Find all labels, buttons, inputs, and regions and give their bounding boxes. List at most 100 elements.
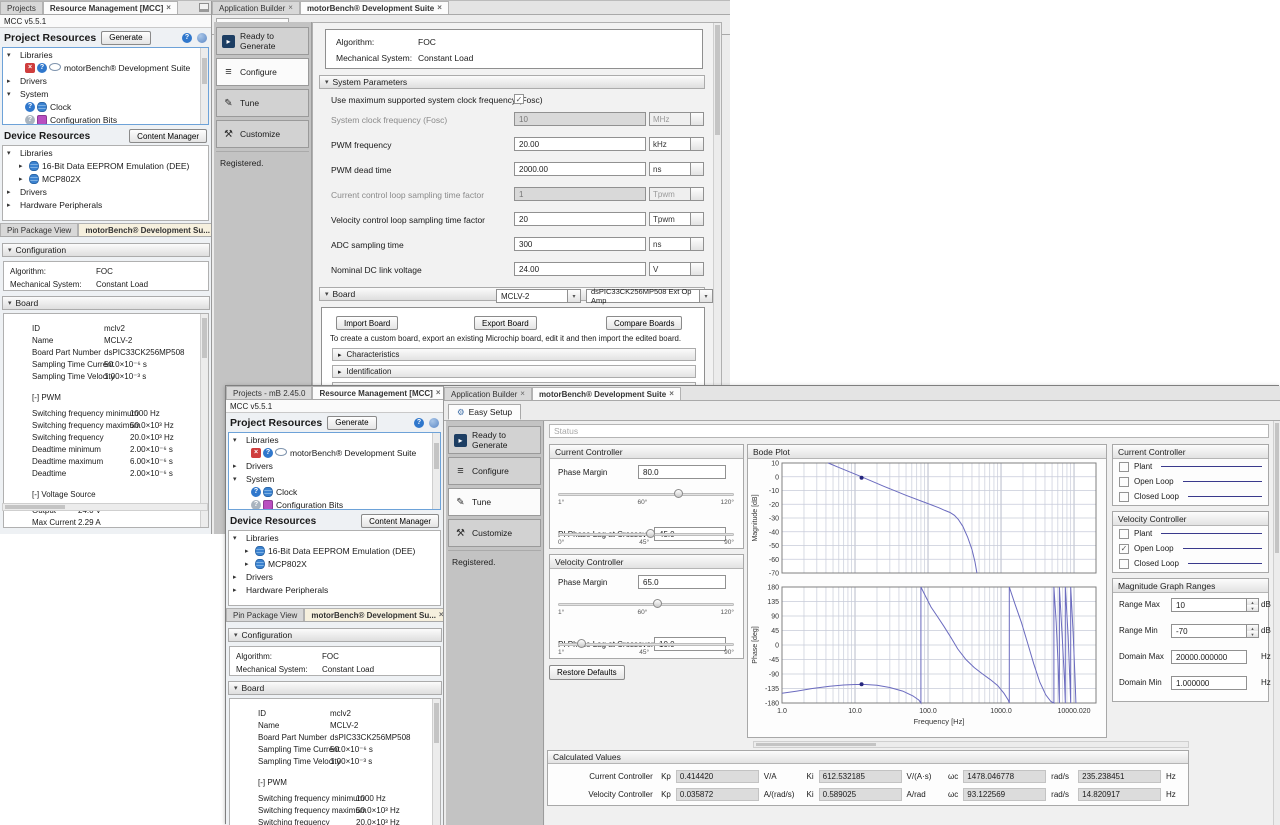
slider-thumb[interactable] <box>674 489 683 498</box>
chevron-down-icon[interactable] <box>691 112 704 126</box>
config-hscrollbar[interactable] <box>2 503 208 511</box>
nav-item[interactable]: ≡ Configure <box>216 58 309 86</box>
tree-item[interactable]: ? Clock <box>3 100 208 113</box>
globe-icon[interactable] <box>429 418 439 428</box>
tree-scrollbar[interactable] <box>200 48 208 124</box>
tree-item[interactable]: ▾ Libraries <box>229 433 440 446</box>
tree-scrollbar[interactable] <box>432 433 440 509</box>
unit-select[interactable]: MHz <box>649 112 691 126</box>
tab-projects[interactable]: Projects - mB 2.45.0 <box>226 386 312 399</box>
configuration-header[interactable]: ▾ Configuration <box>2 243 210 257</box>
tab-easy-setup[interactable]: ⚙ Easy Setup <box>448 404 521 420</box>
spinner-control[interactable]: ▲▼ <box>1247 624 1259 638</box>
close-icon[interactable]: × <box>288 4 293 12</box>
form-input[interactable]: 2000.00 <box>514 162 646 176</box>
expander-icon[interactable]: ▾ <box>7 149 14 157</box>
tune-scrollbar[interactable] <box>1273 421 1280 825</box>
tree-item[interactable]: ▸ MCP802X <box>3 172 208 185</box>
slider-thumb[interactable] <box>577 639 586 648</box>
tab-pin-package-view[interactable]: Pin Package View <box>0 223 78 236</box>
content-manager-button[interactable]: Content Manager <box>361 514 439 528</box>
expander-icon[interactable]: ▸ <box>7 77 14 85</box>
config-scrollbar[interactable] <box>200 314 208 527</box>
tab-resource-management[interactable]: Resource Management [MCC]× <box>43 1 178 14</box>
expander-icon[interactable]: ▾ <box>7 90 14 98</box>
generate-button[interactable]: Generate <box>101 31 150 45</box>
expander-icon[interactable]: ▸ <box>245 547 252 555</box>
tab-resource-management[interactable]: Resource Management [MCC]× <box>312 386 444 399</box>
pi-phase-lag-slider[interactable] <box>558 529 734 539</box>
board-device-select[interactable]: dsPIC33CK256MP508 Ext Op Amp <box>586 289 700 303</box>
pwm-section-header[interactable]: [-] PWM <box>32 392 208 404</box>
form-input[interactable]: 20.00 <box>514 137 646 151</box>
tab-pin-package-view[interactable]: Pin Package View <box>226 608 304 621</box>
expander-icon[interactable]: ▸ <box>7 188 14 196</box>
tree-item[interactable]: ×? motorBench® Development Suite <box>229 446 440 459</box>
spin-down-icon[interactable]: ▼ <box>1247 605 1258 611</box>
globe-icon[interactable] <box>197 33 207 43</box>
expander-icon[interactable]: ▾ <box>7 51 14 59</box>
expander-icon[interactable]: ▾ <box>233 475 240 483</box>
content-manager-button[interactable]: Content Manager <box>129 129 207 143</box>
tab-projects[interactable]: Projects <box>0 1 43 14</box>
tree-item[interactable]: ×? motorBench® Development Suite <box>3 61 208 74</box>
spinner-control[interactable]: ▲▼ <box>1247 598 1259 612</box>
tree-item[interactable]: ▸ Drivers <box>229 570 440 583</box>
chevron-down-icon[interactable] <box>691 262 704 276</box>
close-icon[interactable]: × <box>439 611 444 619</box>
collapsed-section[interactable]: ▸ Characteristics <box>332 348 696 361</box>
compare-boards-button[interactable]: Compare Boards <box>606 316 682 330</box>
nav-item[interactable]: ⚒ Customize <box>216 120 309 148</box>
chevron-down-icon[interactable] <box>691 187 704 201</box>
import-board-button[interactable]: Import Board <box>336 316 398 330</box>
tree-item[interactable]: ▾ System <box>3 87 208 100</box>
unit-select[interactable]: Tpwm <box>649 212 691 226</box>
expander-icon[interactable]: ▾ <box>233 534 240 542</box>
range-input[interactable]: 10 <box>1171 598 1247 612</box>
unit-select[interactable]: kHz <box>649 137 691 151</box>
board-select[interactable]: MCLV-2 <box>496 289 568 303</box>
tree-item[interactable]: ▾ Libraries <box>3 146 208 159</box>
expander-icon[interactable]: ▸ <box>233 462 240 470</box>
phase-margin-slider[interactable] <box>558 599 734 609</box>
legend-checkbox[interactable]: ✓ <box>1119 544 1129 554</box>
tree-item[interactable]: ▸ MCP802X <box>229 557 440 570</box>
nav-item[interactable]: ✎ Tune <box>448 488 541 516</box>
form-input[interactable]: 10 <box>514 112 646 126</box>
tree-item[interactable]: ▸ Hardware Peripherals <box>3 198 208 211</box>
close-icon[interactable]: × <box>669 390 674 398</box>
form-input[interactable]: 24.00 <box>514 262 646 276</box>
legend-checkbox[interactable]: ✓ <box>1119 492 1129 502</box>
phase-margin-input[interactable]: 80.0 <box>638 465 726 479</box>
expander-icon[interactable]: ▸ <box>245 560 252 568</box>
export-board-button[interactable]: Export Board <box>474 316 537 330</box>
slider-thumb[interactable] <box>653 599 662 608</box>
form-input[interactable]: 1 <box>514 187 646 201</box>
expander-icon[interactable]: ▸ <box>7 201 14 209</box>
tree-item[interactable]: ▸ Drivers <box>3 185 208 198</box>
tree-item[interactable]: ? Clock <box>229 485 440 498</box>
status-input[interactable]: Status <box>549 424 1269 438</box>
tree-item[interactable]: ▾ System <box>229 472 440 485</box>
close-icon[interactable]: × <box>520 390 525 398</box>
tree-item[interactable]: ▸ Drivers <box>3 74 208 87</box>
config-scrollbar[interactable] <box>432 699 440 825</box>
tab-motorbench-config[interactable]: motorBench® Development Su...× <box>304 608 444 621</box>
expander-icon[interactable]: ▾ <box>233 436 240 444</box>
board-header[interactable]: ▾ Board <box>228 681 442 695</box>
unit-select[interactable]: ns <box>649 162 691 176</box>
tree-item[interactable]: ▸ Drivers <box>229 459 440 472</box>
nav-item[interactable]: ▸ Ready to Generate <box>216 27 309 55</box>
board-header[interactable]: ▾ Board <box>2 296 210 310</box>
nav-item[interactable]: ≡ Configure <box>448 457 541 485</box>
generate-button[interactable]: Generate <box>327 416 376 430</box>
tab-application-builder[interactable]: Application Builder× <box>212 1 300 14</box>
chevron-down-icon[interactable]: ▾ <box>700 289 713 303</box>
nav-item[interactable]: ⚒ Customize <box>448 519 541 547</box>
tree-item[interactable]: ? Configuration Bits <box>229 498 440 510</box>
board-section-header[interactable]: ▾ Board MCLV-2 ▾ dsPIC33CK256MP508 Ext O… <box>319 287 705 301</box>
form-input[interactable]: 20 <box>514 212 646 226</box>
chevron-down-icon[interactable] <box>691 212 704 226</box>
close-icon[interactable]: × <box>436 389 441 397</box>
close-icon[interactable]: × <box>437 4 442 12</box>
